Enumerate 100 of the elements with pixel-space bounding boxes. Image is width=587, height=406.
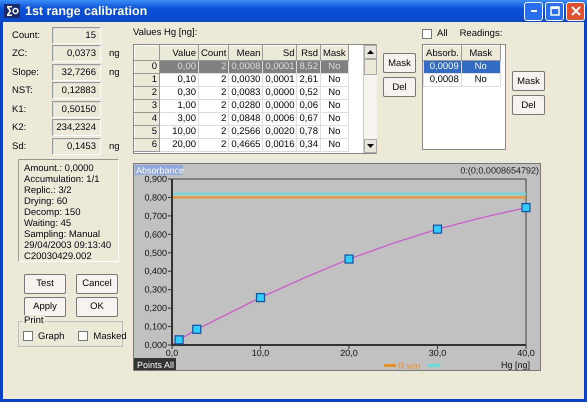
parameter-label: Count:: [11, 30, 41, 41]
dialog-button[interactable]: Cancel: [76, 274, 118, 294]
table-cell: 10,00: [160, 126, 198, 138]
legend-label: R.win: [398, 361, 421, 370]
tick-label: 0,800: [144, 192, 167, 202]
checkbox[interactable]: [23, 331, 33, 341]
table-cell: 0,06: [296, 100, 320, 112]
data-point: [192, 324, 202, 334]
tick-label: 0,600: [144, 229, 167, 240]
table-cell: 0,0083: [228, 86, 263, 100]
info-text: Waiting: 45: [24, 218, 72, 228]
scroll-thumb[interactable]: [364, 59, 377, 75]
tick-label: 40,0: [517, 348, 535, 358]
table-row[interactable]: 3 1,00 2 0,0280 0,0000 0,06 No: [134, 100, 348, 112]
dialog-button[interactable]: Test: [24, 274, 66, 294]
table-cell: No: [461, 60, 500, 74]
column-header: Mean: [228, 46, 263, 60]
table-row[interactable]: 1 0,10 2 0,0030 0,0001 2,61 No: [134, 74, 348, 86]
table-cell: 0,0020: [262, 126, 297, 138]
tick-label: 0,400: [144, 266, 167, 276]
info-text: Drying: 60: [24, 196, 68, 206]
window-title: 1st range calibration: [25, 4, 148, 18]
row-header: 6: [134, 138, 160, 152]
table-cell: 0,67: [296, 112, 320, 126]
table-cell: 20,00: [160, 138, 198, 152]
table-cell: 0,0016: [262, 138, 297, 152]
close-button[interactable]: [566, 2, 585, 20]
table-cell: 0,0006: [262, 112, 297, 126]
data-point: [174, 335, 184, 344]
tick-label: 10,0: [252, 348, 270, 358]
table-button[interactable]: Mask: [383, 53, 416, 73]
table-title: Values Hg [ng]:: [133, 26, 198, 40]
table-row[interactable]: 2 0,30 2 0,0083 0,0000 0,52 No: [134, 86, 348, 100]
table-cell: No: [320, 100, 348, 112]
minimize-button[interactable]: [524, 2, 543, 20]
tick-label: 0,200: [144, 303, 167, 314]
info-text: Decomp: 150: [24, 206, 82, 218]
table-cell: 0,78: [296, 126, 320, 138]
scroll-up-icon[interactable]: [364, 45, 377, 59]
column-header: Mask: [461, 46, 500, 60]
table-row[interactable]: 0,0009 No: [424, 60, 500, 74]
table-row[interactable]: 5 10,00 2 0,2566 0,0020 0,78 No: [134, 126, 348, 138]
tick-label: 30,0: [428, 348, 446, 358]
table-cell: No: [320, 138, 348, 152]
tick-label: 20,0: [340, 348, 358, 358]
column-header: Rsd: [296, 46, 320, 60]
unit-label: ng: [109, 66, 120, 78]
table-cell: No: [320, 86, 348, 100]
points-badge: Points All: [134, 358, 176, 370]
table-row[interactable]: 0 0,00 2 0,0008 0,0001 8,52 No: [134, 60, 348, 74]
group-title: Print: [23, 314, 45, 326]
parameter-label: Sd:: [11, 140, 28, 152]
checkbox[interactable]: [422, 28, 432, 38]
table-cell: 2: [198, 138, 229, 152]
parameter-field: 0,12883: [52, 82, 101, 100]
row-header: 1: [134, 74, 160, 86]
scrollbar[interactable]: [363, 45, 377, 153]
table-row[interactable]: 6 20,00 2 0,4665 0,0016 0,34 No: [134, 138, 348, 152]
readings-title: Readings:: [460, 28, 502, 39]
x-axis-label: Hg [ng]: [500, 360, 530, 370]
row-header: 3: [134, 100, 160, 112]
table-cell: 2: [198, 74, 229, 86]
info-text: C20030429.002: [24, 250, 93, 262]
sigma-icon: [4, 4, 20, 18]
dialog-button[interactable]: OK: [76, 296, 118, 316]
column-header: Sd: [262, 46, 297, 60]
table-cell: No: [461, 74, 500, 86]
table-cell: 0,34: [296, 138, 320, 152]
table-cell: 0,4665: [228, 138, 263, 152]
parameter-label: Slope:: [11, 66, 40, 78]
tick-label: 0,900: [144, 174, 167, 184]
table-cell: 2: [198, 86, 229, 100]
table-button[interactable]: Del: [383, 77, 416, 97]
checkbox-label: Graph: [38, 330, 64, 342]
row-header: 4: [134, 112, 160, 126]
table-row[interactable]: 4 3,00 2 0,0848 0,0006 0,67 No: [134, 112, 348, 126]
table-row[interactable]: 0,0008 No: [424, 74, 500, 86]
row-header: 0: [134, 60, 160, 74]
tick-label: 0,300: [144, 284, 167, 295]
readings-button[interactable]: Mask: [512, 71, 545, 91]
parameter-field: 32,7266: [52, 64, 101, 81]
table-cell: 2: [198, 100, 229, 112]
info-text: 29/04/2003 09:13:40: [24, 240, 112, 250]
table-cell: 0,0848: [228, 112, 263, 126]
scroll-down-icon[interactable]: [364, 139, 377, 153]
table-cell: 2,61: [296, 74, 320, 86]
data-point: [521, 203, 531, 212]
maximize-button[interactable]: [545, 2, 564, 20]
table-cell: 2: [198, 112, 229, 126]
parameter-label: K2:: [11, 122, 28, 134]
row-header: 2: [134, 86, 160, 100]
info-text: Sampling: Manual: [24, 228, 102, 240]
dialog-button[interactable]: Apply: [24, 296, 66, 316]
parameter-field: 234,2324: [52, 119, 101, 136]
table-cell: 3,00: [160, 112, 198, 126]
checkbox[interactable]: [78, 331, 88, 341]
parameter-field: 0,1453: [52, 138, 101, 155]
table-cell: 0,0001: [262, 60, 297, 74]
readings-button[interactable]: Del: [512, 95, 545, 115]
table-cell: No: [320, 126, 348, 138]
